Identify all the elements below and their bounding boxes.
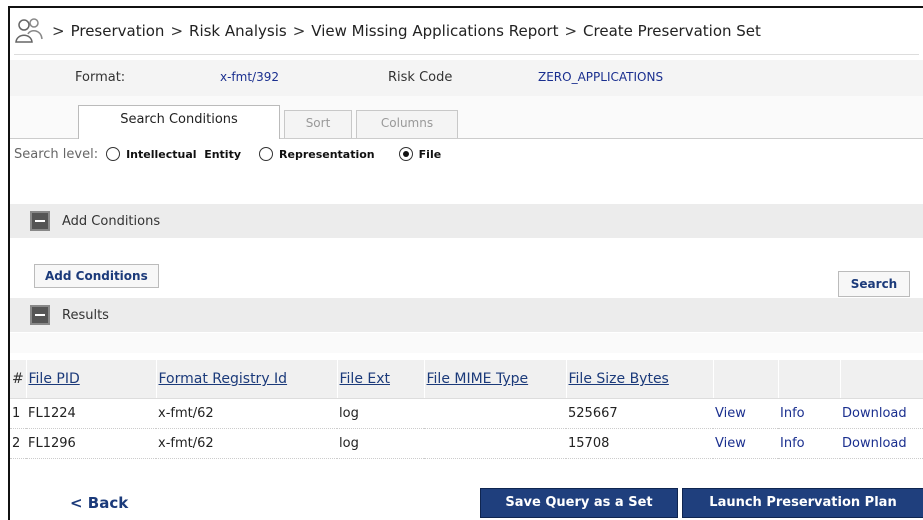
results-title: Results <box>62 307 109 323</box>
breadcrumb-separator: > <box>52 22 65 40</box>
results-section: Results <box>10 298 923 332</box>
col-header-file-size-bytes[interactable]: File Size Bytes <box>566 360 714 399</box>
option-representation: Representation <box>279 147 375 161</box>
table-header-row: # File PID Format Registry Id File Ext F… <box>10 360 923 399</box>
breadcrumb-separator: > <box>292 22 306 40</box>
option-file: File <box>418 147 442 161</box>
cell-format-registry-id: x-fmt/62 <box>156 398 337 429</box>
radio-file[interactable] <box>398 147 413 161</box>
cell-format-registry-id: x-fmt/62 <box>156 428 337 459</box>
col-header-download <box>840 360 923 399</box>
cell-file-mime-type <box>424 428 566 459</box>
download-link[interactable]: Download <box>840 428 923 459</box>
format-label: Format: <box>75 70 126 85</box>
breadcrumb-risk-analysis[interactable]: Risk Analysis <box>189 22 287 40</box>
breadcrumb-preservation[interactable]: Preservation <box>71 22 165 40</box>
download-link[interactable]: Download <box>840 398 923 429</box>
tab-columns[interactable]: Columns <box>356 110 458 138</box>
col-header-view <box>713 360 779 399</box>
breadcrumb-separator: > <box>564 22 578 40</box>
cell-file-size: 525667 <box>566 398 713 429</box>
col-header-info <box>778 360 841 399</box>
table-row: 2 FL1296 x-fmt/62 log 15708 View Info Do… <box>10 428 923 459</box>
cell-file-size: 15708 <box>566 428 713 459</box>
breadcrumb-separator: > <box>170 22 184 40</box>
save-query-button[interactable]: Save Query as a Set <box>480 488 678 518</box>
collapse-icon[interactable] <box>30 211 50 231</box>
table-row: 1 FL1224 x-fmt/62 log 525667 View Info D… <box>10 398 923 429</box>
add-conditions-title: Add Conditions <box>62 213 161 229</box>
cell-file-pid: FL1296 <box>26 428 156 459</box>
results-spacer <box>10 333 923 353</box>
tab-search-conditions[interactable]: Search Conditions <box>78 105 280 139</box>
cell-row-number: 1 <box>10 398 26 429</box>
cell-row-number: 2 <box>10 428 26 459</box>
tab-bar: Search Conditions Sort Columns <box>10 96 923 139</box>
info-link[interactable]: Info <box>778 428 840 459</box>
risk-code-label: Risk Code <box>388 70 453 85</box>
view-link[interactable]: View <box>713 428 778 459</box>
option-intellectual-entity: Intellectual Entity <box>126 147 242 161</box>
divider <box>14 54 919 55</box>
view-link[interactable]: View <box>713 398 778 429</box>
info-link[interactable]: Info <box>778 398 840 429</box>
search-level-label: Search level: <box>14 146 99 162</box>
col-header-file-ext[interactable]: File Ext <box>337 360 425 399</box>
add-conditions-button[interactable]: Add Conditions <box>34 264 159 288</box>
add-conditions-section: Add Conditions <box>10 204 923 238</box>
format-value: x-fmt/392 <box>220 70 279 84</box>
breadcrumb: > Preservation > Risk Analysis > View Mi… <box>14 12 919 50</box>
users-icon <box>15 18 43 43</box>
cell-file-mime-type <box>424 398 566 429</box>
format-info-bar: Format: x-fmt/392 Risk Code ZERO_APPLICA… <box>10 60 923 97</box>
breadcrumb-current: Create Preservation Set <box>583 22 761 40</box>
col-header-file-mime-type[interactable]: File MIME Type <box>424 360 567 399</box>
cell-file-pid: FL1224 <box>26 398 156 429</box>
search-button[interactable]: Search <box>838 271 910 297</box>
breadcrumb-missing-apps-report[interactable]: View Missing Applications Report <box>311 22 558 40</box>
cell-file-ext: log <box>337 428 424 459</box>
radio-intellectual-entity[interactable] <box>106 147 121 161</box>
results-table: # File PID Format Registry Id File Ext F… <box>10 360 923 459</box>
risk-code-value: ZERO_APPLICATIONS <box>538 70 664 84</box>
launch-preservation-plan-button[interactable]: Launch Preservation Plan <box>682 488 923 518</box>
col-header-number: # <box>10 360 27 399</box>
collapse-icon[interactable] <box>30 305 50 325</box>
main-frame: > Preservation > Risk Analysis > View Mi… <box>8 6 923 520</box>
footer-bar: < Back Save Query as a Set Launch Preser… <box>10 486 923 520</box>
back-link[interactable]: < Back <box>70 494 128 512</box>
tab-sort[interactable]: Sort <box>284 110 352 138</box>
col-header-format-registry-id[interactable]: Format Registry Id <box>156 360 338 399</box>
search-level: Search level: Intellectual Entity Repres… <box>14 142 441 166</box>
cell-file-ext: log <box>337 398 424 429</box>
radio-representation[interactable] <box>259 147 274 161</box>
col-header-file-pid[interactable]: File PID <box>26 360 157 399</box>
